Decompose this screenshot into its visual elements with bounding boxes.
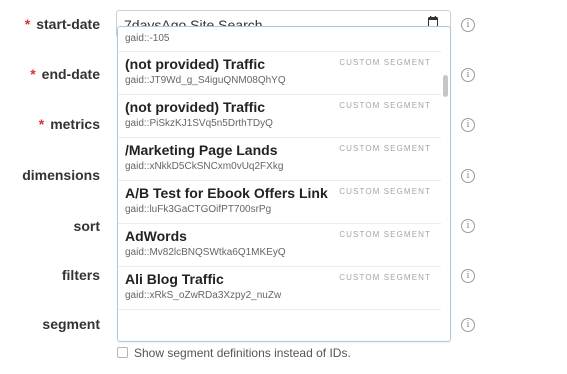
metrics-info-icon[interactable]: i	[461, 118, 475, 132]
sort-label: sort	[73, 218, 100, 234]
filters-info-icon[interactable]: i	[461, 269, 475, 283]
start-date-label: * start-date	[24, 16, 100, 32]
segment-dropdown[interactable]: gaid::-105 (not provided) Traffic CUSTOM…	[117, 26, 451, 342]
end-date-info-icon[interactable]: i	[461, 68, 475, 82]
segment-title: (not provided) Traffic	[125, 99, 265, 115]
show-definitions-label: Show segment definitions instead of IDs.	[134, 346, 351, 360]
segment-gaid: gaid::-105	[125, 33, 170, 44]
segment-type-tag: CUSTOM SEGMENT	[339, 144, 431, 153]
segment-gaid: gaid::JT9Wd_g_S4iguQNM08QhYQ	[125, 75, 286, 86]
segment-option[interactable]: Ali Blog Traffic CUSTOM SEGMENT gaid::xR…	[118, 267, 441, 310]
segment-type-tag: CUSTOM SEGMENT	[339, 187, 431, 196]
filters-label: filters	[61, 267, 100, 283]
segment-option[interactable]: A/B Test for Ebook Offers Link CUSTOM SE…	[118, 181, 441, 224]
segment-gaid: gaid::PiSkzKJ1SVq5n5DrthTDyQ	[125, 118, 273, 129]
segment-title: (not provided) Traffic	[125, 56, 265, 72]
segment-type-tag: CUSTOM SEGMENT	[339, 273, 431, 282]
segment-option[interactable]: (not provided) Traffic CUSTOM SEGMENT ga…	[118, 95, 441, 138]
required-marker: *	[38, 116, 45, 132]
segment-option[interactable]: AdWords CUSTOM SEGMENT gaid::Mv82lcBNQSW…	[118, 224, 441, 267]
segment-type-tag: CUSTOM SEGMENT	[339, 230, 431, 239]
segment-option-partial[interactable]: gaid::-105	[118, 27, 441, 52]
dimensions-label: dimensions	[22, 167, 100, 183]
segment-title: Ali Blog Traffic	[125, 271, 224, 287]
segment-label: segment	[42, 316, 100, 332]
dimensions-info-icon[interactable]: i	[461, 169, 475, 183]
required-marker: *	[24, 16, 31, 32]
segment-type-tag: CUSTOM SEGMENT	[339, 58, 431, 67]
sort-info-icon[interactable]: i	[461, 219, 475, 233]
segment-gaid: gaid::luFk3GaCTGOifPT700srPg	[125, 204, 272, 215]
segment-gaid: gaid::Mv82lcBNQSWtka6Q1MKEyQ	[125, 247, 286, 258]
metrics-label: * metrics	[38, 116, 100, 132]
segment-title: A/B Test for Ebook Offers Link	[125, 185, 328, 201]
segment-title: AdWords	[125, 228, 187, 244]
required-marker: *	[30, 66, 36, 82]
dropdown-scrollbar[interactable]	[443, 75, 448, 97]
start-date-info-icon[interactable]: i	[461, 18, 475, 32]
segment-title: /Marketing Page Lands	[125, 142, 278, 158]
end-date-label: * end-date	[30, 66, 100, 82]
segment-gaid: gaid::xNkkD5CkSNCxm0vUq2FXkg	[125, 161, 284, 172]
segment-type-tag: CUSTOM SEGMENT	[339, 101, 431, 110]
segment-option[interactable]: /Marketing Page Lands CUSTOM SEGMENT gai…	[118, 138, 441, 181]
segment-gaid: gaid::xRkS_oZwRDa3Xzpy2_nuZw	[125, 290, 282, 301]
segment-info-icon[interactable]: i	[461, 318, 475, 332]
segment-option[interactable]: (not provided) Traffic CUSTOM SEGMENT ga…	[118, 52, 441, 95]
show-definitions-checkbox[interactable]	[117, 347, 128, 358]
